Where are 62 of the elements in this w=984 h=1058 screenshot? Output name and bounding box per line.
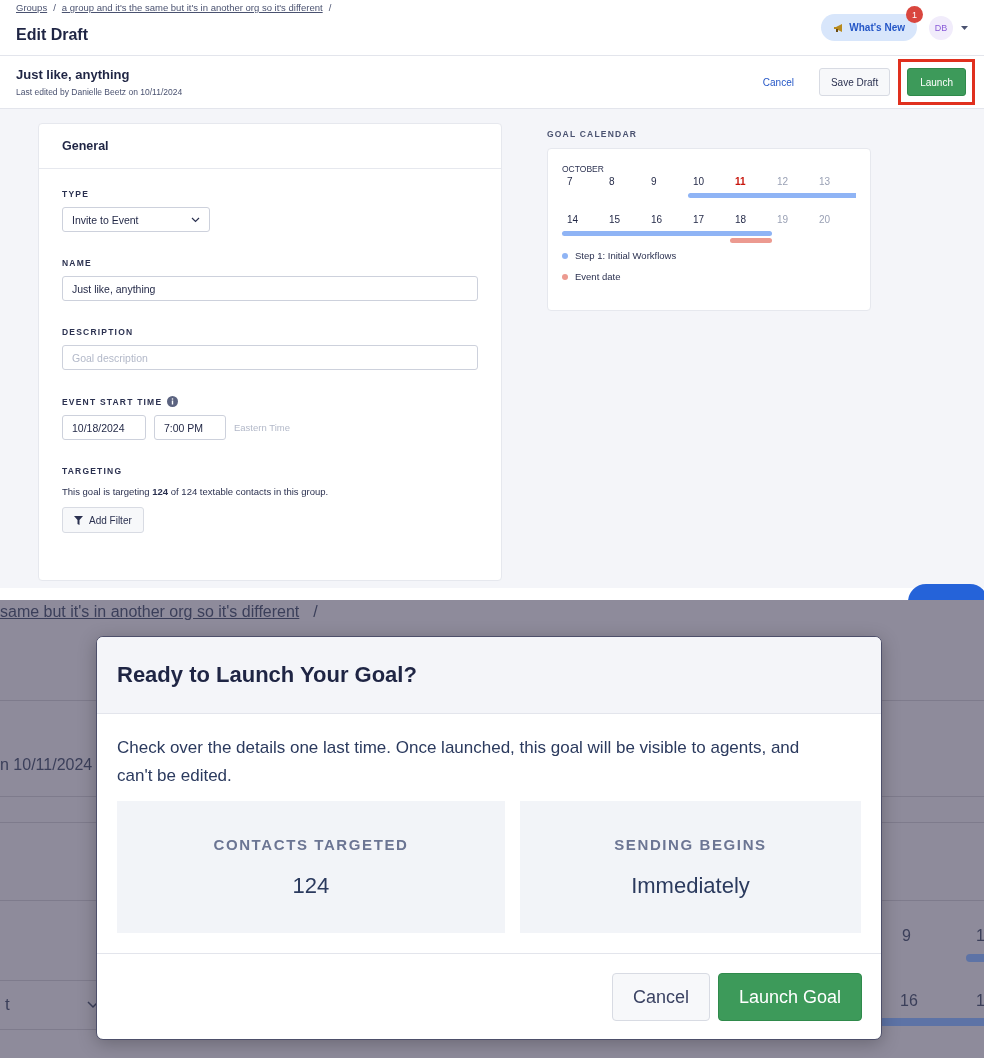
calendar-day: 15 (604, 212, 646, 228)
dialog-message: Check over the details one last time. Once launched, this goal will be visible to agents, and can't be edited. (117, 737, 801, 787)
calendar-day: 14 (562, 212, 604, 228)
legend-label: Event date (575, 271, 621, 282)
notification-badge: 1 (906, 6, 923, 23)
calendar-day: 9 (646, 174, 688, 190)
field-label: EVENT START TIME (62, 396, 163, 407)
cancel-link[interactable]: Cancel (751, 68, 805, 96)
dialog-title: Ready to Launch Your Goal? (97, 637, 881, 714)
calendar-day: 17 (688, 212, 730, 228)
breadcrumb-separator: / (313, 603, 318, 620)
calendar-day: 12 (772, 174, 814, 190)
calendar-day: 1 (976, 992, 984, 1010)
breadcrumb-link[interactable]: Groups (16, 2, 48, 13)
calendar-day: 18 (730, 212, 772, 228)
date-field[interactable]: 10/18/2024 (62, 415, 146, 440)
calendar-day: 8 (604, 174, 646, 190)
launch-goal-button[interactable]: Launch Goal (717, 973, 862, 1022)
calendar-day: 9 (902, 927, 911, 945)
user-avatar[interactable]: DB (929, 15, 953, 40)
month-label: OCTOBER (562, 164, 605, 174)
type-select[interactable]: Invite to Event (62, 207, 210, 232)
filter-icon (74, 515, 83, 525)
draft-name: Just like, anything (16, 67, 131, 82)
calendar-day: 11 (730, 174, 772, 190)
field-label: TARGETING (62, 466, 124, 476)
page-title: Edit Draft (16, 26, 89, 44)
calendar-day: 20 (814, 212, 856, 228)
launch-button[interactable]: Launch (907, 68, 966, 96)
last-edited-text: n 10/11/2024 (0, 756, 93, 774)
time-field[interactable]: 7:00 PM (154, 415, 226, 440)
name-field[interactable]: Just like, anything (62, 276, 478, 301)
timezone-text: Eastern Time (234, 422, 290, 433)
last-edited-text: Last edited by Danielle Beetz on 10/11/2024 (16, 87, 183, 97)
stat-value: Immediately (631, 872, 750, 899)
breadcrumb-separator: / (53, 2, 56, 13)
stat-value: 124 (292, 872, 330, 899)
card-title: General (39, 124, 501, 169)
field-label: DESCRIPTION (62, 327, 135, 337)
calendar-day: 7 (562, 174, 604, 190)
chevron-down-icon (191, 216, 200, 223)
calendar-day: 1 (976, 927, 984, 945)
chevron-down-icon (87, 1001, 99, 1009)
calendar-day: 16 (900, 992, 918, 1010)
legend-label: Step 1: Initial Workflows (575, 250, 677, 261)
calendar-day: 13 (814, 174, 856, 190)
field-label: NAME (62, 258, 93, 268)
info-icon[interactable] (167, 396, 179, 407)
caret-icon[interactable] (961, 25, 968, 30)
targeting-text: This goal is targeting 124 of 124 textable contacts in this group. (62, 486, 330, 497)
add-filter-button[interactable]: Add Filter (62, 507, 144, 533)
cancel-button[interactable]: Cancel (611, 973, 710, 1022)
calendar-day: 16 (646, 212, 688, 228)
calendar-day: 10 (688, 174, 730, 190)
field-label: TYPE (62, 189, 90, 199)
breadcrumb-separator: / (328, 2, 332, 13)
stat-label: CONTACTS TARGETED (213, 835, 409, 853)
section-title: GOAL CALENDAR (547, 129, 639, 139)
breadcrumb-link[interactable]: a group and it's the same but it's in another org so it's different (61, 2, 323, 13)
stat-label: SENDING BEGINS (614, 835, 767, 853)
save-draft-button[interactable]: Save Draft (818, 68, 891, 96)
calendar-day: 19 (772, 212, 814, 228)
